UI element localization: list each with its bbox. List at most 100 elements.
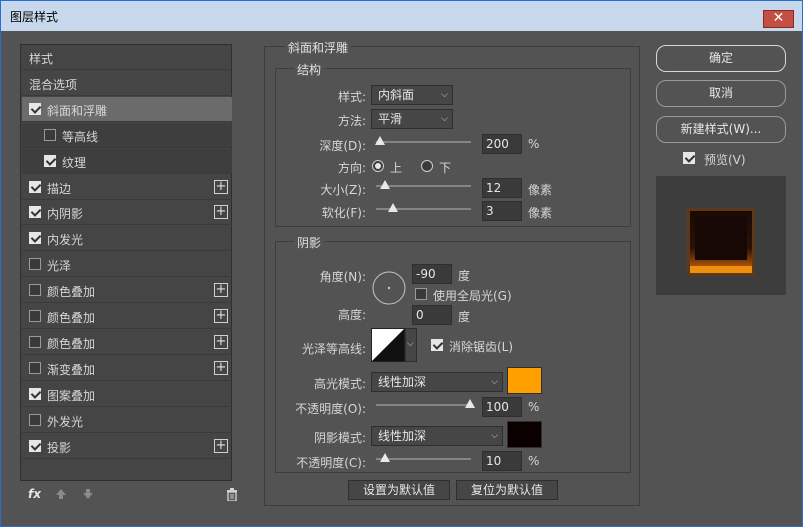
highlight-mode-label: 高光模式: — [313, 377, 366, 391]
gloss-contour-picker[interactable] — [371, 328, 405, 362]
altitude-input[interactable]: 0 — [412, 305, 452, 325]
shadow-opacity-slider[interactable] — [376, 453, 471, 462]
style-list-item[interactable]: 颜色叠加 + — [22, 304, 232, 329]
style-item-checkbox[interactable] — [44, 154, 56, 167]
gloss-contour-dropdown[interactable]: ⌵ — [405, 328, 417, 362]
highlight-opacity-unit: % — [528, 400, 540, 414]
shadow-mode-value: 线性加深 — [378, 429, 427, 443]
add-effect-icon[interactable]: + — [214, 360, 228, 375]
add-effect-icon[interactable]: + — [214, 179, 228, 194]
shadow-mode-select[interactable]: 线性加深 ⌵ — [371, 426, 503, 446]
style-item-checkbox[interactable] — [29, 413, 41, 426]
make-default-button[interactable]: 设置为默认值 — [348, 480, 450, 500]
style-item-checkbox[interactable] — [29, 439, 41, 452]
structure-title: 结构 — [294, 61, 325, 78]
style-list-item[interactable]: 颜色叠加 + — [22, 278, 232, 304]
style-list-item[interactable]: 内发光 — [22, 226, 232, 252]
style-item-label: 渐变叠加 — [47, 362, 96, 377]
reset-default-button[interactable]: 复位为默认值 — [456, 480, 558, 500]
shadow-mode-label: 阴影模式: — [313, 431, 366, 445]
new-style-button[interactable]: 新建样式(W)... — [656, 116, 786, 143]
arrow-down-icon[interactable] — [82, 488, 94, 500]
highlight-mode-select[interactable]: 线性加深 ⌵ — [371, 372, 503, 392]
method-select[interactable]: 平滑 ⌵ — [371, 109, 453, 129]
style-item-checkbox[interactable] — [29, 180, 41, 193]
style-list-item[interactable]: 斜面和浮雕 — [22, 96, 232, 122]
style-item-checkbox[interactable] — [29, 361, 41, 374]
style-item-label: 外发光 — [47, 414, 84, 429]
direction-down-radio[interactable] — [421, 160, 433, 172]
shadow-opacity-input[interactable]: 10 — [482, 451, 522, 471]
direction-up-radio[interactable] — [372, 160, 384, 172]
global-light-checkbox[interactable] — [415, 288, 427, 300]
style-item-label: 投影 — [47, 440, 72, 455]
style-item-checkbox[interactable] — [29, 310, 41, 322]
style-item-checkbox[interactable] — [29, 258, 41, 271]
fx-button[interactable]: fx — [28, 487, 41, 501]
trash-icon[interactable] — [226, 488, 238, 501]
size-input[interactable]: 12 — [482, 178, 522, 198]
style-list-item[interactable]: 描边 + — [22, 175, 232, 200]
style-item-checkbox[interactable] — [44, 128, 56, 141]
direction-up-label: 上 — [390, 161, 403, 175]
depth-slider-thumb[interactable] — [375, 136, 385, 145]
style-list-item[interactable]: 样式 — [22, 45, 232, 70]
soften-slider-thumb[interactable] — [388, 203, 398, 212]
soften-unit: 像素 — [528, 206, 553, 220]
preview-checkbox[interactable] — [683, 152, 695, 164]
style-list-item[interactable]: 光泽 — [22, 252, 232, 278]
add-effect-icon[interactable]: + — [214, 309, 228, 323]
size-slider-thumb[interactable] — [380, 180, 390, 189]
preview-thumbnail — [656, 176, 786, 295]
shading-group: 阴影 角度(N): -90 度 使用全局光(G) 高度: 0 度 光泽等高线: … — [275, 234, 631, 473]
window-title: 图层样式 — [10, 10, 59, 24]
style-item-label: 颜色叠加 — [47, 336, 96, 351]
style-select[interactable]: 内斜面 ⌵ — [371, 85, 453, 105]
angle-label: 角度(N): — [319, 270, 366, 284]
title-bar: 图层样式 ✕ — [1, 1, 802, 31]
add-effect-icon[interactable]: + — [214, 205, 228, 220]
style-list-item[interactable]: 内阴影 + — [22, 200, 232, 226]
style-item-checkbox[interactable] — [29, 284, 41, 297]
style-list-item[interactable]: 等高线 — [22, 122, 232, 148]
ok-button[interactable]: 确定 — [656, 45, 786, 72]
highlight-opacity-slider[interactable] — [376, 399, 475, 408]
style-list-item[interactable]: 纹理 — [22, 148, 232, 174]
style-item-label: 光泽 — [47, 259, 72, 274]
angle-dial[interactable] — [371, 270, 407, 306]
direction-down-label: 下 — [439, 161, 452, 175]
angle-input[interactable]: -90 — [412, 264, 452, 284]
cancel-button[interactable]: 取消 — [656, 80, 786, 107]
add-effect-icon[interactable]: + — [214, 334, 228, 349]
angle-unit: 度 — [458, 269, 471, 283]
style-item-checkbox[interactable] — [29, 102, 41, 115]
style-item-checkbox[interactable] — [29, 232, 41, 245]
antialias-checkbox[interactable] — [431, 339, 443, 351]
style-item-checkbox[interactable] — [29, 335, 41, 348]
arrow-up-icon[interactable] — [55, 488, 67, 500]
style-list-item[interactable]: 渐变叠加 + — [22, 356, 232, 381]
shadow-opacity-thumb[interactable] — [380, 453, 390, 462]
depth-input[interactable]: 200 — [482, 134, 522, 154]
style-list-item[interactable]: 外发光 — [22, 408, 232, 433]
shadow-opacity-unit: % — [528, 454, 540, 468]
close-button[interactable]: ✕ — [763, 10, 794, 28]
soften-slider[interactable] — [376, 203, 471, 212]
shadow-color-swatch[interactable] — [507, 421, 542, 448]
style-item-checkbox[interactable] — [29, 387, 41, 400]
highlight-opacity-thumb[interactable] — [465, 399, 475, 408]
style-list-item[interactable]: 图案叠加 — [22, 382, 232, 407]
style-list-item[interactable]: 投影 + — [22, 434, 232, 459]
depth-slider[interactable] — [375, 136, 471, 145]
add-effect-icon[interactable]: + — [214, 283, 228, 298]
highlight-color-swatch[interactable] — [507, 367, 542, 394]
style-list-item[interactable]: 混合选项 — [22, 71, 232, 96]
size-slider[interactable] — [376, 180, 471, 189]
soften-input[interactable]: 3 — [482, 201, 522, 221]
add-effect-icon[interactable]: + — [214, 438, 228, 453]
method-value: 平滑 — [378, 112, 403, 126]
style-item-label: 样式 — [29, 52, 54, 66]
style-list-item[interactable]: 颜色叠加 + — [22, 330, 232, 355]
highlight-opacity-input[interactable]: 100 — [482, 397, 522, 417]
style-item-checkbox[interactable] — [29, 206, 41, 219]
